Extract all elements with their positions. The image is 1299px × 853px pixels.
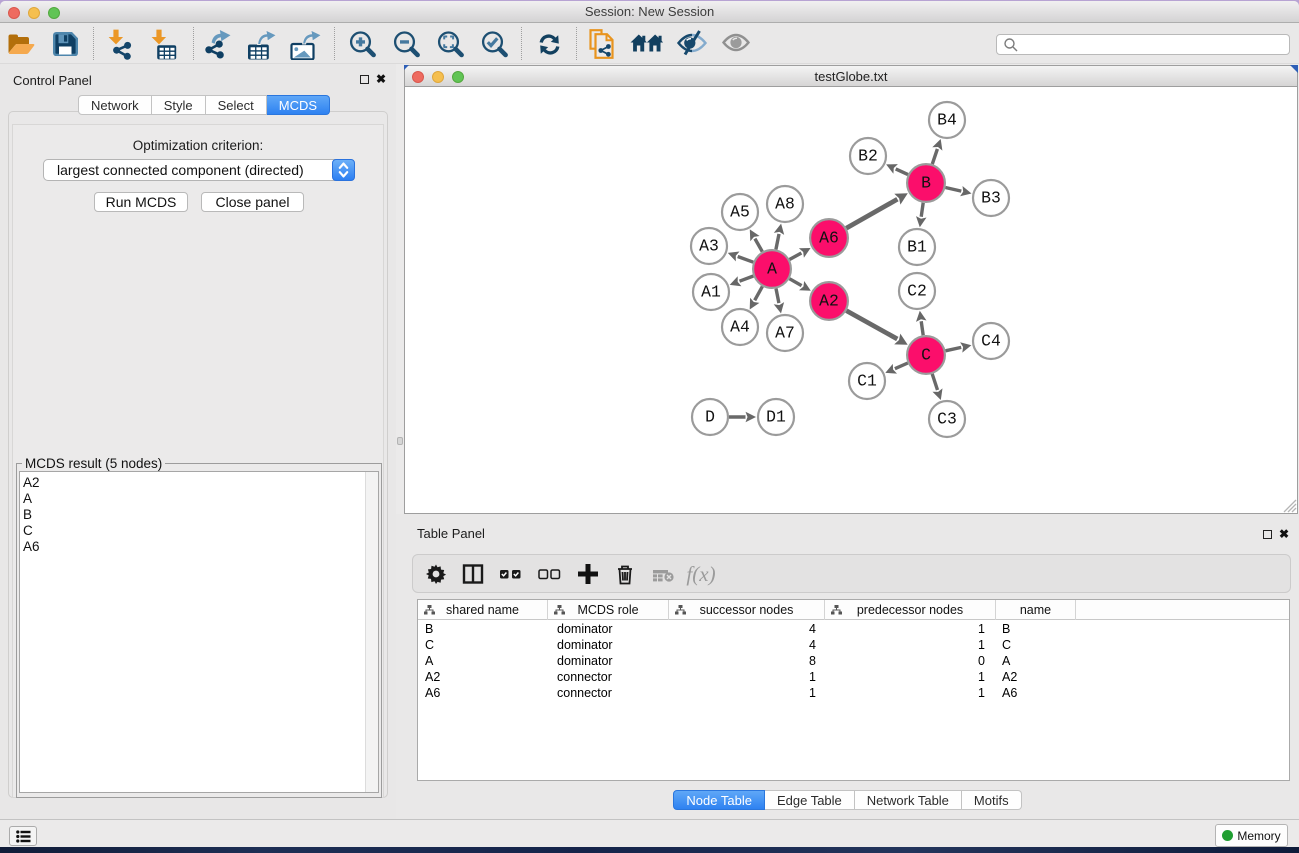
svg-text:B: B bbox=[921, 174, 931, 193]
svg-text:A6: A6 bbox=[819, 229, 839, 248]
svg-text:C4: C4 bbox=[981, 332, 1001, 351]
svg-text:B4: B4 bbox=[937, 111, 957, 130]
svg-text:A7: A7 bbox=[775, 324, 795, 343]
svg-text:A5: A5 bbox=[730, 203, 750, 222]
svg-text:C1: C1 bbox=[857, 372, 877, 391]
svg-text:D: D bbox=[705, 408, 715, 427]
svg-text:A2: A2 bbox=[819, 292, 839, 311]
svg-text:A3: A3 bbox=[699, 237, 719, 256]
svg-text:A4: A4 bbox=[730, 318, 750, 337]
svg-text:C: C bbox=[921, 346, 931, 365]
svg-text:B2: B2 bbox=[858, 147, 878, 166]
svg-text:A: A bbox=[767, 260, 777, 279]
svg-text:A1: A1 bbox=[701, 283, 721, 302]
svg-text:A8: A8 bbox=[775, 195, 795, 214]
svg-text:C3: C3 bbox=[937, 410, 957, 429]
svg-text:C2: C2 bbox=[907, 282, 927, 301]
svg-text:B1: B1 bbox=[907, 238, 927, 257]
svg-text:D1: D1 bbox=[766, 408, 786, 427]
svg-text:B3: B3 bbox=[981, 189, 1001, 208]
